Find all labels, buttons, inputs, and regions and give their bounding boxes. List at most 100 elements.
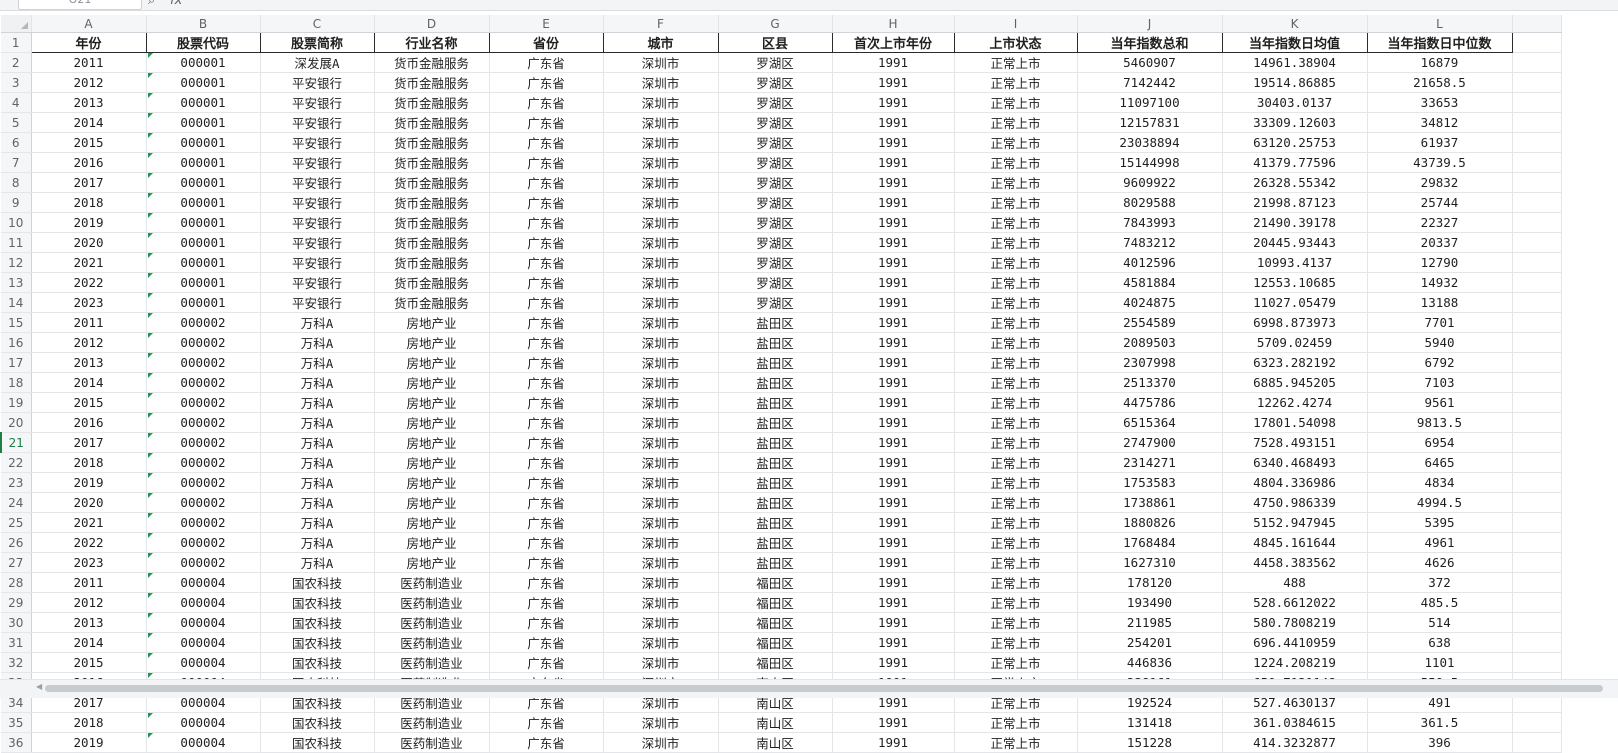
cell[interactable]: 房地产业 bbox=[374, 512, 490, 533]
cell[interactable]: 2015 bbox=[31, 392, 147, 413]
cell[interactable]: 深圳市 bbox=[603, 292, 719, 313]
cell[interactable]: 深圳市 bbox=[603, 472, 719, 493]
cell[interactable]: 盐田区 bbox=[718, 412, 833, 433]
cell[interactable]: 19514.86885 bbox=[1222, 72, 1368, 93]
cell[interactable]: 正常上市 bbox=[954, 492, 1078, 513]
cell[interactable]: 1991 bbox=[832, 452, 955, 473]
cell[interactable]: 正常上市 bbox=[954, 92, 1078, 113]
cell[interactable]: 000002 bbox=[146, 392, 261, 413]
row-header-5[interactable]: 5 bbox=[1, 112, 32, 133]
cell[interactable]: 2089503 bbox=[1077, 332, 1223, 353]
cell[interactable]: 000001 bbox=[146, 232, 261, 253]
cell[interactable]: 1991 bbox=[832, 292, 955, 313]
column-header-a[interactable]: A bbox=[31, 15, 147, 33]
cell[interactable] bbox=[1512, 292, 1562, 313]
row-header-1[interactable]: 1 bbox=[1, 32, 32, 53]
cell[interactable]: 43739.5 bbox=[1367, 152, 1513, 173]
cell[interactable] bbox=[1512, 232, 1562, 253]
cell[interactable]: 4845.161644 bbox=[1222, 532, 1368, 553]
cell[interactable]: 广东省 bbox=[489, 192, 604, 213]
cell[interactable] bbox=[1512, 112, 1562, 133]
cell[interactable]: 国农科技 bbox=[260, 712, 375, 733]
cell[interactable]: 361.5 bbox=[1367, 712, 1513, 733]
row-header-29[interactable]: 29 bbox=[1, 592, 32, 613]
cell[interactable]: 34812 bbox=[1367, 112, 1513, 133]
cell[interactable]: 深圳市 bbox=[603, 512, 719, 533]
cell[interactable]: 000004 bbox=[146, 652, 261, 673]
cell[interactable]: 1991 bbox=[832, 72, 955, 93]
cell[interactable]: 21998.87123 bbox=[1222, 192, 1368, 213]
cell[interactable]: 1991 bbox=[832, 272, 955, 293]
cell[interactable] bbox=[1512, 612, 1562, 633]
cell[interactable]: 000001 bbox=[146, 152, 261, 173]
row-header-20[interactable]: 20 bbox=[1, 412, 32, 433]
cell[interactable]: 万科A bbox=[260, 412, 375, 433]
row-header-23[interactable]: 23 bbox=[1, 472, 32, 493]
cell[interactable]: 医药制造业 bbox=[374, 632, 490, 653]
cell[interactable]: 正常上市 bbox=[954, 312, 1078, 333]
row-header-13[interactable]: 13 bbox=[1, 272, 32, 293]
cell[interactable]: 平安银行 bbox=[260, 152, 375, 173]
cell[interactable]: 正常上市 bbox=[954, 332, 1078, 353]
cell[interactable]: 7843993 bbox=[1077, 212, 1223, 233]
row-header-32[interactable]: 32 bbox=[1, 652, 32, 673]
cell[interactable]: 广东省 bbox=[489, 432, 604, 453]
cell[interactable]: 房地产业 bbox=[374, 352, 490, 373]
cell[interactable]: 平安银行 bbox=[260, 172, 375, 193]
cell[interactable]: 广东省 bbox=[489, 272, 604, 293]
cell[interactable]: 广东省 bbox=[489, 92, 604, 113]
cell[interactable]: 货币金融服务 bbox=[374, 152, 490, 173]
cell[interactable]: 2011 bbox=[31, 572, 147, 593]
cell[interactable]: 2023 bbox=[31, 292, 147, 313]
cell[interactable]: 万科A bbox=[260, 492, 375, 513]
sheet-table[interactable]: ABCDEFGHIJKL 1 年份 股票代码 股票简称 行业名称 省份 城市 区县 首次上市年份… bbox=[0, 15, 1562, 753]
cell[interactable]: 2019 bbox=[31, 472, 147, 493]
cell[interactable] bbox=[1512, 32, 1562, 53]
cell[interactable]: 1991 bbox=[832, 212, 955, 233]
cell[interactable]: 000001 bbox=[146, 172, 261, 193]
cell[interactable]: 深圳市 bbox=[603, 232, 719, 253]
cell[interactable]: 南山区 bbox=[718, 712, 833, 733]
cell[interactable]: 国农科技 bbox=[260, 592, 375, 613]
cell[interactable] bbox=[1512, 712, 1562, 733]
cell[interactable] bbox=[1512, 132, 1562, 153]
cell[interactable]: 深圳市 bbox=[603, 212, 719, 233]
cell[interactable]: 深圳市 bbox=[603, 552, 719, 573]
cell[interactable]: 2017 bbox=[31, 432, 147, 453]
cell[interactable]: 193490 bbox=[1077, 592, 1223, 613]
cell[interactable]: 2017 bbox=[31, 172, 147, 193]
row-header-19[interactable]: 19 bbox=[1, 392, 32, 413]
cell[interactable]: 正常上市 bbox=[954, 452, 1078, 473]
cell[interactable]: 广东省 bbox=[489, 532, 604, 553]
cell[interactable]: 1627310 bbox=[1077, 552, 1223, 573]
header-cell[interactable]: 股票简称 bbox=[260, 32, 375, 53]
cell[interactable] bbox=[1512, 532, 1562, 553]
cell[interactable]: 深圳市 bbox=[603, 172, 719, 193]
column-header-i[interactable]: I bbox=[954, 15, 1078, 33]
spreadsheet-grid[interactable]: ABCDEFGHIJKL 1 年份 股票代码 股票简称 行业名称 省份 城市 区县 首次上市年份… bbox=[0, 15, 1562, 753]
cell[interactable]: 福田区 bbox=[718, 612, 833, 633]
cell[interactable]: 广东省 bbox=[489, 652, 604, 673]
cell[interactable]: 8029588 bbox=[1077, 192, 1223, 213]
cell[interactable]: 深圳市 bbox=[603, 392, 719, 413]
cell[interactable]: 盐田区 bbox=[718, 512, 833, 533]
cell[interactable]: 2307998 bbox=[1077, 352, 1223, 373]
row-header-18[interactable]: 18 bbox=[1, 372, 32, 393]
cell[interactable] bbox=[1512, 352, 1562, 373]
horizontal-scrollbar[interactable]: ◀ bbox=[0, 679, 1618, 698]
cell[interactable]: 货币金融服务 bbox=[374, 192, 490, 213]
cell[interactable]: 000002 bbox=[146, 452, 261, 473]
cell[interactable]: 4961 bbox=[1367, 532, 1513, 553]
cell[interactable] bbox=[1512, 492, 1562, 513]
cell[interactable]: 广东省 bbox=[489, 212, 604, 233]
row-header-14[interactable]: 14 bbox=[1, 292, 32, 313]
cell[interactable]: 深圳市 bbox=[603, 252, 719, 273]
cell[interactable]: 房地产业 bbox=[374, 372, 490, 393]
cell[interactable]: 房地产业 bbox=[374, 532, 490, 553]
cell[interactable]: 2014 bbox=[31, 112, 147, 133]
cell[interactable]: 盐田区 bbox=[718, 312, 833, 333]
cell[interactable]: 4834 bbox=[1367, 472, 1513, 493]
cell[interactable]: 2022 bbox=[31, 532, 147, 553]
cell[interactable]: 货币金融服务 bbox=[374, 52, 490, 73]
cell[interactable] bbox=[1512, 412, 1562, 433]
